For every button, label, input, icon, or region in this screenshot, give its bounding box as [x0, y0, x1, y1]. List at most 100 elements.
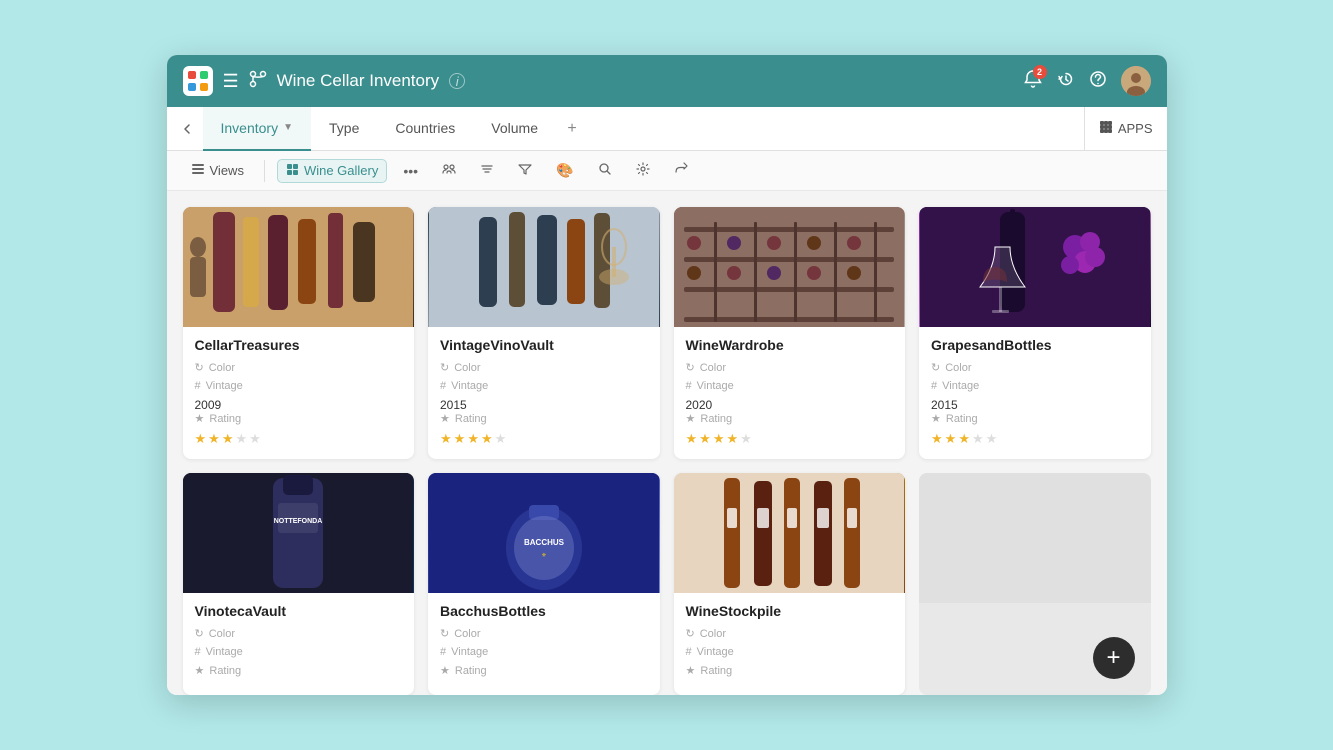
- tab-countries[interactable]: Countries: [377, 107, 473, 151]
- hamburger-icon[interactable]: ☰: [223, 71, 239, 92]
- card-body-bacchusbottles: BacchusBottles ↻ Color # Vintage ★ Ratin…: [428, 593, 660, 695]
- card-title-bacchusbottles: BacchusBottles: [440, 603, 648, 619]
- group-icon: [442, 162, 456, 179]
- wine-gallery-chip[interactable]: Wine Gallery: [277, 159, 387, 183]
- share-icon: [674, 162, 688, 179]
- card-body-vinotecavault: VinotecaVault ↻ Color # Vintage ★ Rating: [183, 593, 415, 695]
- add-tab-button[interactable]: +: [556, 107, 588, 151]
- view-chip-label: Wine Gallery: [304, 163, 378, 178]
- rating-field-icon-2: ★: [440, 412, 450, 425]
- tab-type[interactable]: Type: [311, 107, 377, 151]
- help-icon[interactable]: [1089, 70, 1107, 93]
- filter-icon: [518, 162, 532, 179]
- list-icon: [191, 162, 205, 179]
- more-options-button[interactable]: •••: [395, 159, 426, 183]
- apps-button[interactable]: APPS: [1084, 107, 1167, 151]
- group-button[interactable]: [434, 158, 464, 183]
- gallery-chip-icon: [286, 163, 299, 179]
- card-body-vintagevinovault: VintageVinoVault ↻ Color # Vintage 2015 …: [428, 327, 660, 459]
- star-1: ★: [195, 431, 207, 447]
- color-field-icon-2: ↻: [440, 361, 449, 374]
- card-image-cellartreasures: [183, 207, 415, 327]
- card-color-field-2: ↻ Color: [440, 361, 648, 374]
- tab-collapse-button[interactable]: [171, 107, 203, 151]
- card-winestockpile[interactable]: WineStockpile ↻ Color # Vintage ★ Rating: [674, 473, 906, 695]
- color-icon: 🎨: [556, 162, 573, 179]
- color-button[interactable]: 🎨: [548, 158, 581, 183]
- tab-inventory[interactable]: Inventory ▼: [203, 107, 312, 151]
- stars-cellartreasures: ★ ★ ★ ★ ★: [195, 431, 403, 447]
- card-title-vinotecavault: VinotecaVault: [195, 603, 403, 619]
- sort-button[interactable]: [472, 158, 502, 183]
- vintage-field-icon: #: [195, 380, 201, 392]
- tabs-row: Inventory ▼ Type Countries Volume +: [167, 107, 1167, 151]
- card-image-vinotecavault: NOTTEFONDA: [183, 473, 415, 593]
- color-field-icon: ↻: [195, 361, 204, 374]
- card-rating-field: ★ Rating: [195, 412, 403, 425]
- header-right: 2: [1023, 66, 1151, 96]
- vintage-field-label-2: Vintage: [451, 380, 488, 392]
- star-5: ★: [249, 431, 261, 447]
- card-body-cellartreasures: CellarTreasures ↻ Color # Vintage 2009 ★…: [183, 327, 415, 459]
- star-3: ★: [222, 431, 234, 447]
- filter-button[interactable]: [510, 158, 540, 183]
- card-body-winewardrobe: WineWardrobe ↻ Color # Vintage 2020 ★ Ra…: [674, 327, 906, 459]
- share-button[interactable]: [666, 158, 696, 183]
- card-bacchusbottles[interactable]: BACCHUS ⚜ BacchusBottles ↻ Color # Vinta…: [428, 473, 660, 695]
- info-icon[interactable]: i: [449, 73, 465, 89]
- notification-button[interactable]: 2: [1023, 69, 1043, 94]
- card-title-winestockpile: WineStockpile: [686, 603, 894, 619]
- views-button[interactable]: Views: [183, 158, 252, 183]
- gear-icon: [636, 162, 650, 179]
- card-vintagevinovault[interactable]: VintageVinoVault ↻ Color # Vintage 2015 …: [428, 207, 660, 459]
- card-title-vintagevinovault: VintageVinoVault: [440, 337, 648, 353]
- history-icon[interactable]: [1057, 70, 1075, 93]
- search-icon: [598, 162, 612, 179]
- vintage-field-icon-2: #: [440, 380, 446, 392]
- card-title-winewardrobe: WineWardrobe: [686, 337, 894, 353]
- sort-icon: [480, 162, 494, 179]
- logo-icon: [183, 66, 213, 96]
- card-cellartreasures[interactable]: CellarTreasures ↻ Color # Vintage 2009 ★…: [183, 207, 415, 459]
- vintage-value-vintagevinovault: 2015: [440, 398, 648, 412]
- tab-dropdown-icon: ▼: [283, 122, 293, 133]
- gallery-wrapper: CellarTreasures ↻ Color # Vintage 2009 ★…: [167, 191, 1167, 695]
- header-title: Wine Cellar Inventory: [277, 71, 440, 91]
- card-grapesandbottles[interactable]: GrapesandBottles ↻ Color # Vintage 2015 …: [919, 207, 1151, 459]
- card-winewardrobe[interactable]: WineWardrobe ↻ Color # Vintage 2020 ★ Ra…: [674, 207, 906, 459]
- stars-vintagevinovault: ★ ★ ★ ★ ★: [440, 431, 648, 447]
- card-image-vintagevinovault: [428, 207, 660, 327]
- card-image-bacchusbottles: BACCHUS ⚜: [428, 473, 660, 593]
- card-title-cellartreasures: CellarTreasures: [195, 337, 403, 353]
- avatar[interactable]: [1121, 66, 1151, 96]
- card-body-grapesandbottles: GrapesandBottles ↻ Color # Vintage 2015 …: [919, 327, 1151, 459]
- settings-button[interactable]: [628, 158, 658, 183]
- vintage-value-cellartreasures: 2009: [195, 398, 403, 412]
- star-2: ★: [208, 431, 220, 447]
- tab-volume[interactable]: Volume: [473, 107, 556, 151]
- search-button[interactable]: [590, 158, 620, 183]
- branch-icon: [249, 70, 267, 93]
- card-empty: +: [919, 473, 1151, 695]
- card-color-field: ↻ Color: [195, 361, 403, 374]
- rating-field-label: Rating: [209, 413, 241, 425]
- app-container: ☰ Wine Cellar Inventory i 2: [167, 55, 1167, 695]
- svg-text:NOTTEFONDA: NOTTEFONDA: [274, 518, 323, 525]
- ellipsis-icon: •••: [403, 163, 418, 179]
- notification-badge: 2: [1033, 65, 1047, 79]
- card-image-empty: [919, 473, 1151, 603]
- add-record-button[interactable]: +: [1093, 637, 1135, 679]
- card-vinotecavault[interactable]: NOTTEFONDA VinotecaVault ↻ Color # Vinta…: [183, 473, 415, 695]
- vintage-field-label: Vintage: [206, 380, 243, 392]
- color-field-label-2: Color: [454, 362, 480, 374]
- card-title-grapesandbottles: GrapesandBottles: [931, 337, 1139, 353]
- apps-grid-icon: [1099, 120, 1113, 137]
- card-image-winewardrobe: [674, 207, 906, 327]
- card-body-winestockpile: WineStockpile ↻ Color # Vintage ★ Rating: [674, 593, 906, 695]
- svg-text:BACCHUS: BACCHUS: [524, 538, 565, 547]
- card-image-winestockpile: [674, 473, 906, 593]
- card-vintage-field: # Vintage: [195, 380, 403, 392]
- header-left: ☰ Wine Cellar Inventory i: [183, 66, 466, 96]
- apps-label: APPS: [1118, 121, 1153, 136]
- rating-field-icon: ★: [195, 412, 205, 425]
